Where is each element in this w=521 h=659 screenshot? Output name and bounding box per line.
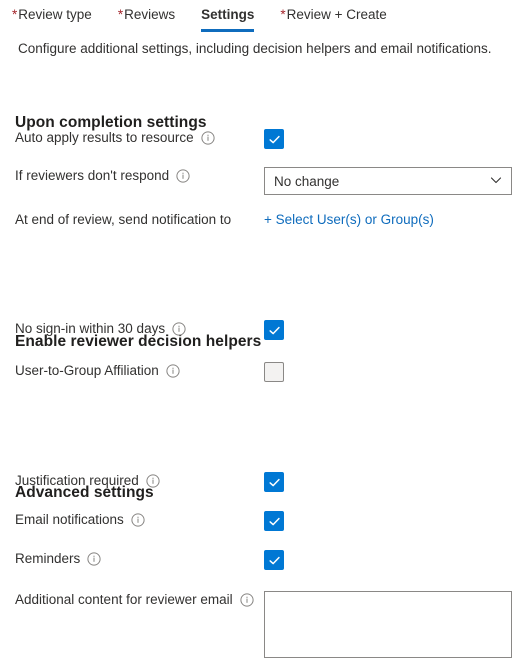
row-additional-content-reviewer-email: Additional content for reviewer email [0, 591, 521, 658]
label-text: Reminders [15, 551, 81, 566]
tab-label: Settings [201, 7, 255, 22]
required-asterisk: * [280, 7, 286, 22]
tab-label: Review type [18, 7, 92, 22]
select-users-or-groups-link[interactable]: + Select User(s) or Group(s) [264, 211, 434, 229]
control-end-of-review-notification: + Select User(s) or Group(s) [264, 211, 434, 229]
row-no-signin-within-30-days: No sign-in within 30 days [0, 320, 521, 342]
label-if-reviewers-dont-respond: If reviewers don't respond [15, 167, 264, 185]
row-email-notifications: Email notifications [0, 511, 521, 533]
label-text: Justification required [15, 473, 139, 488]
checkbox-auto-apply-results[interactable] [264, 129, 284, 149]
checkbox-reminders[interactable] [264, 550, 284, 570]
label-text: No sign-in within 30 days [15, 321, 166, 336]
info-icon[interactable] [172, 322, 186, 336]
label-additional-content-reviewer-email: Additional content for reviewer email [15, 591, 264, 609]
info-icon[interactable] [87, 552, 101, 566]
info-icon[interactable] [131, 513, 145, 527]
label-text: At end of review, send notification to [15, 212, 232, 227]
label-end-of-review-notification: At end of review, send notification to [15, 211, 264, 229]
tab-review-type[interactable]: *Review type [12, 6, 92, 33]
tab-review-create[interactable]: *Review + Create [280, 6, 386, 33]
required-asterisk: * [117, 7, 124, 22]
tab-reviews[interactable]: *Reviews [118, 6, 175, 33]
row-end-of-review-notification: At end of review, send notification to +… [0, 211, 521, 233]
control-auto-apply-results [264, 129, 284, 149]
page-description: Configure additional settings, including… [18, 41, 492, 56]
info-icon[interactable] [146, 474, 160, 488]
checkbox-user-to-group-affiliation[interactable] [264, 362, 284, 382]
label-text: Email notifications [15, 512, 124, 527]
label-text: Additional content for reviewer email [15, 592, 233, 607]
control-additional-content-reviewer-email [264, 591, 512, 658]
info-icon[interactable] [200, 131, 215, 145]
tab-label: Review + Create [286, 7, 387, 22]
label-user-to-group-affiliation: User-to-Group Affiliation [15, 362, 264, 380]
label-no-signin-within-30-days: No sign-in within 30 days [15, 320, 264, 338]
checkbox-no-signin-within-30-days[interactable] [264, 320, 284, 340]
chevron-down-icon [489, 173, 503, 190]
dropdown-if-reviewers-dont-respond[interactable]: No change [264, 167, 512, 195]
control-user-to-group-affiliation [264, 362, 284, 382]
info-icon[interactable] [166, 364, 180, 378]
tab-label: Reviews [124, 7, 176, 22]
checkbox-justification-required[interactable] [264, 472, 284, 492]
control-no-signin-within-30-days [264, 320, 284, 340]
info-icon[interactable] [240, 593, 254, 607]
row-auto-apply-results: Auto apply results to resource [0, 129, 521, 151]
row-reminders: Reminders [0, 550, 521, 572]
wizard-tab-bar: *Review type *Reviews Settings *Review +… [0, 0, 521, 32]
row-justification-required: Justification required [0, 472, 521, 494]
control-if-reviewers-dont-respond: No change [264, 167, 512, 195]
control-email-notifications [264, 511, 284, 531]
control-justification-required [264, 472, 284, 492]
label-text: If reviewers don't respond [15, 168, 170, 183]
required-asterisk: * [12, 7, 18, 22]
row-user-to-group-affiliation: User-to-Group Affiliation [0, 362, 521, 384]
label-reminders: Reminders [15, 550, 264, 568]
dropdown-selected-value: No change [274, 173, 340, 189]
additional-content-textarea[interactable] [264, 591, 512, 658]
tab-settings[interactable]: Settings [201, 6, 255, 33]
label-email-notifications: Email notifications [15, 511, 264, 529]
checkbox-email-notifications[interactable] [264, 511, 284, 531]
tab-selected-underline [201, 29, 255, 32]
label-text: User-to-Group Affiliation [15, 363, 159, 378]
control-reminders [264, 550, 284, 570]
label-justification-required: Justification required [15, 472, 264, 490]
row-if-reviewers-dont-respond: If reviewers don't respond No change [0, 167, 521, 195]
label-text: Auto apply results to resource [15, 130, 194, 145]
info-icon[interactable] [176, 169, 190, 183]
label-auto-apply-results: Auto apply results to resource [15, 129, 264, 147]
